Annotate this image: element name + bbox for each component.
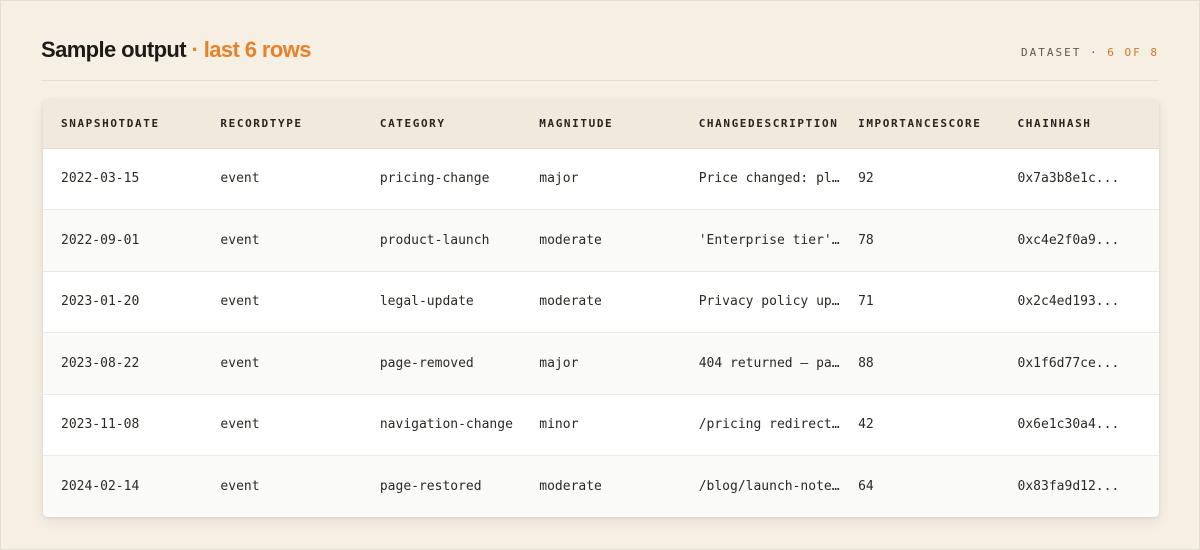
page-title: Sample output · last 6 rows xyxy=(41,37,311,63)
title-text: Sample output xyxy=(41,37,187,62)
cell-importancescore: 88 xyxy=(858,355,874,371)
cell-changedescription: Price changed: plan increase xyxy=(698,171,840,187)
cell-category: legal-update xyxy=(379,294,474,310)
cell-category: page-removed xyxy=(379,355,474,371)
cell-magnitude: major xyxy=(539,171,579,187)
cell-changedescription: 404 returned — page removed xyxy=(698,355,840,371)
table-row[interactable]: 2023-11-08 event navigation-change minor… xyxy=(43,394,1159,456)
table-row[interactable]: 2024-02-14 event page-restored moderate … xyxy=(43,455,1159,517)
data-table: SNAPSHOTDATE RECORDTYPE CATEGORY MAGNITU… xyxy=(43,100,1159,517)
cell-snapshotdate: 2022-03-15 xyxy=(61,171,140,187)
cell-snapshotdate: 2023-01-20 xyxy=(61,294,140,310)
cell-snapshotdate: 2023-08-22 xyxy=(61,355,140,371)
column-header-snapshotdate[interactable]: SNAPSHOTDATE xyxy=(43,100,203,149)
column-header-recordtype[interactable]: RECORDTYPE xyxy=(202,100,362,149)
cell-magnitude: moderate xyxy=(539,294,602,310)
cell-changedescription: /blog/launch-notes restored xyxy=(698,479,840,494)
cell-recordtype: event xyxy=(220,417,260,433)
column-header-magnitude[interactable]: MAGNITUDE xyxy=(521,100,681,149)
cell-magnitude: minor xyxy=(539,417,579,433)
cell-magnitude: major xyxy=(539,355,579,371)
cell-changedescription: 'Enterprise tier' launched xyxy=(698,232,840,248)
cell-category: page-restored xyxy=(379,479,482,494)
cell-chainhash: 0x83fa9d12... xyxy=(1017,479,1120,494)
column-header-chainhash[interactable]: CHAINHASH xyxy=(999,100,1159,149)
cell-changedescription: /pricing redirect added xyxy=(698,417,840,433)
cell-category: product-launch xyxy=(379,232,490,248)
cell-magnitude: moderate xyxy=(539,479,602,494)
cell-magnitude: moderate xyxy=(539,232,602,248)
cell-importancescore: 42 xyxy=(858,417,874,433)
column-header-changedescription[interactable]: CHANGEDESCRIPTION xyxy=(680,100,841,149)
cell-recordtype: event xyxy=(220,355,260,371)
cell-changedescription: Privacy policy updated xyxy=(698,294,840,310)
dataset-indicator: DATASET · 6 OF 8 xyxy=(1021,46,1159,59)
column-header-importancescore[interactable]: IMPORTANCESCORE xyxy=(840,100,1000,149)
dataset-position: 6 OF 8 xyxy=(1107,46,1159,59)
cell-chainhash: 0x2c4ed193... xyxy=(1017,294,1120,310)
table-row[interactable]: 2023-01-20 event legal-update moderate P… xyxy=(43,271,1159,333)
table-card: SNAPSHOTDATE RECORDTYPE CATEGORY MAGNITU… xyxy=(43,100,1159,517)
cell-recordtype: event xyxy=(220,232,260,248)
dataset-label: DATASET · xyxy=(1021,46,1108,59)
cell-snapshotdate: 2022-09-01 xyxy=(61,232,140,248)
table-row[interactable]: 2022-09-01 event product-launch moderate… xyxy=(43,209,1159,271)
cell-importancescore: 78 xyxy=(858,232,874,248)
cell-chainhash: 0x7a3b8e1c... xyxy=(1017,171,1120,187)
cell-recordtype: event xyxy=(220,294,260,310)
table-row[interactable]: 2022-03-15 event pricing-change major Pr… xyxy=(43,148,1159,210)
table-row[interactable]: 2023-08-22 event page-removed major 404 … xyxy=(43,332,1159,394)
cell-recordtype: event xyxy=(220,171,260,187)
cell-importancescore: 71 xyxy=(858,294,874,310)
cell-chainhash: 0xc4e2f0a9... xyxy=(1017,232,1120,248)
cell-snapshotdate: 2023-11-08 xyxy=(61,417,140,433)
sample-output-panel: Sample output · last 6 rows DATASET · 6 … xyxy=(0,0,1200,550)
cell-snapshotdate: 2024-02-14 xyxy=(61,479,140,494)
column-header-category[interactable]: CATEGORY xyxy=(361,100,522,149)
cell-category: navigation-change xyxy=(379,417,513,433)
cell-recordtype: event xyxy=(220,479,260,494)
cell-importancescore: 64 xyxy=(858,479,874,494)
cell-chainhash: 0x1f6d77ce... xyxy=(1017,355,1120,371)
panel-header: Sample output · last 6 rows DATASET · 6 … xyxy=(41,31,1159,81)
cell-category: pricing-change xyxy=(379,171,490,187)
title-suffix: · last 6 rows xyxy=(185,37,311,62)
cell-chainhash: 0x6e1c30a4... xyxy=(1017,417,1120,433)
cell-importancescore: 92 xyxy=(858,171,874,187)
table-header-row: SNAPSHOTDATE RECORDTYPE CATEGORY MAGNITU… xyxy=(43,100,1159,149)
